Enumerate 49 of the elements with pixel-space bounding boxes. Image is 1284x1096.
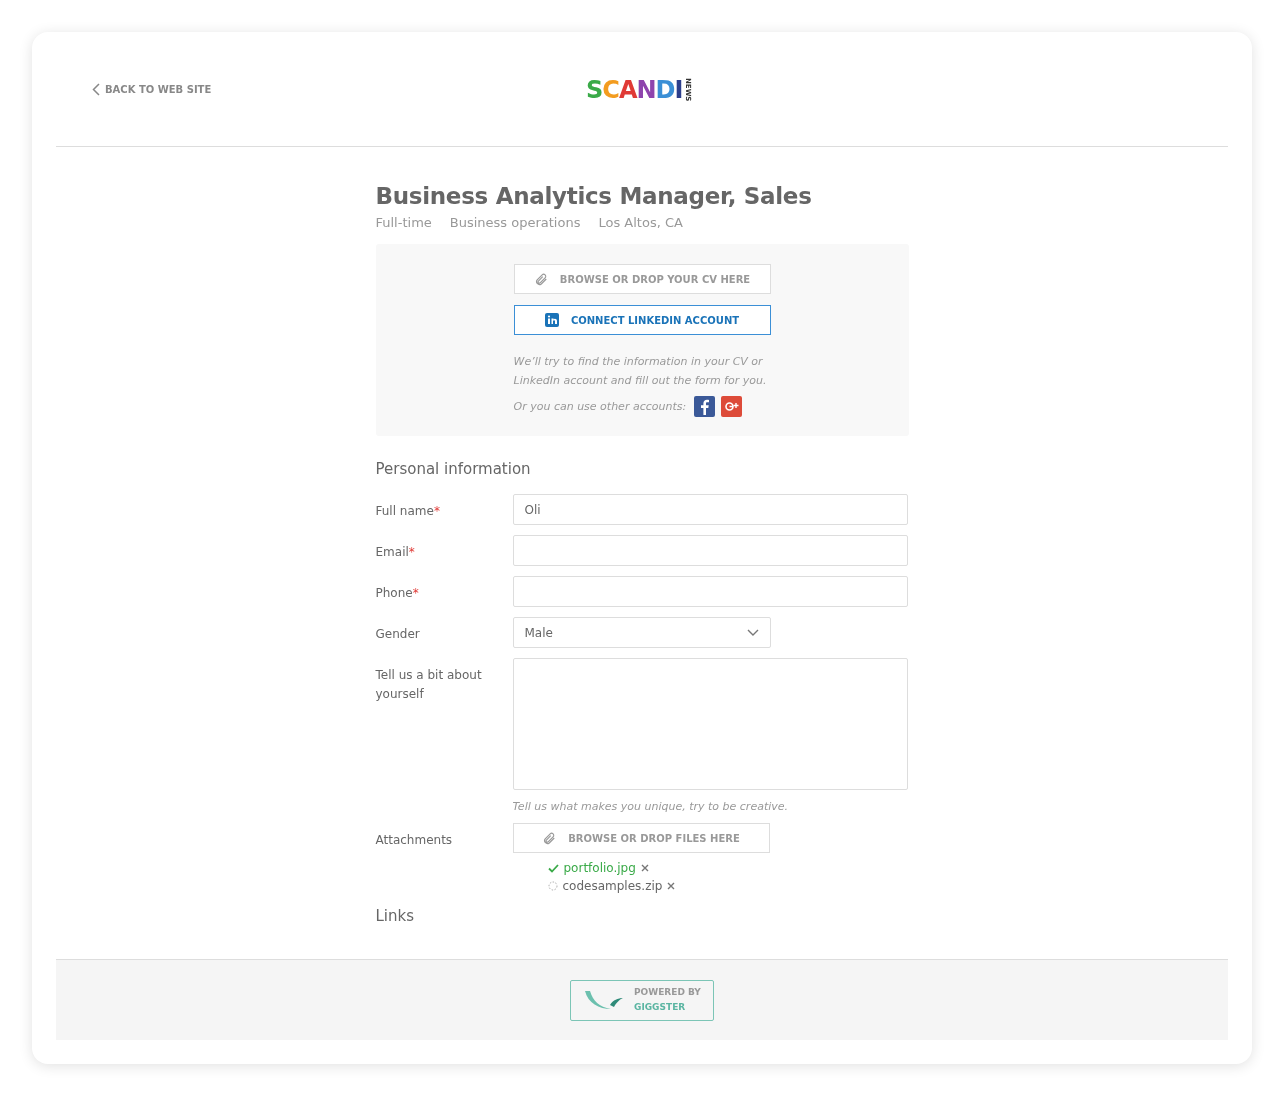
chevron-left-icon <box>92 82 100 96</box>
field-label: Tell us a bit about yourself <box>375 667 483 703</box>
letter-g-plus-icon <box>724 401 739 412</box>
paperclip-icon <box>542 831 557 845</box>
section-heading: Links <box>375 907 416 925</box>
text-field[interactable] <box>512 535 908 566</box>
logo-letter: C <box>602 76 619 104</box>
logo-letter: I <box>674 76 683 104</box>
job-meta: Full-time <box>375 215 432 230</box>
powered-by-text: POWERED BY <box>634 986 701 999</box>
field-label: Email* <box>375 544 416 561</box>
brand-name: GIGGSTER <box>634 1001 687 1014</box>
logo-letter: N <box>636 76 656 104</box>
letter-f-icon <box>700 398 710 415</box>
back-link[interactable]: BACK TO WEB SITE <box>92 82 212 96</box>
linkedin-button[interactable]: CONNECT LINKEDIN ACCOUNT <box>513 305 771 335</box>
file-name: codesamples.zip <box>562 879 663 893</box>
import-hint: We’ll try to find the information in your CV or LinkedIn account and fill out the form for you. <box>513 354 768 389</box>
logo-letter: S <box>586 76 603 104</box>
cv-upload-button[interactable]: BROWSE OR DROP YOUR CV HERE <box>513 264 771 294</box>
remove-button[interactable] <box>640 864 649 872</box>
remove-button[interactable] <box>667 882 676 890</box>
facebook-button[interactable] <box>694 396 716 417</box>
chevron-down-icon <box>746 629 759 636</box>
select-field[interactable]: Male <box>512 617 771 648</box>
logo-letter: A <box>618 76 637 104</box>
powered-by-badge[interactable]: POWERED BY GIGGSTER <box>570 979 714 1021</box>
linkedin-icon <box>544 313 559 327</box>
logo-letter: D <box>655 76 675 104</box>
job-meta: Business operations <box>449 215 581 230</box>
leaf-logo-icon <box>584 989 624 1011</box>
field-hint: Tell us what makes you unique, try to be creative. <box>512 800 790 813</box>
files-upload-button[interactable]: BROWSE OR DROP FILES HERE <box>512 823 770 853</box>
text-field[interactable] <box>512 576 908 607</box>
field-label: Attachments <box>375 832 454 849</box>
job-meta: Los Altos, CA <box>598 215 683 230</box>
field-label: Full name* <box>375 503 441 520</box>
google-plus-button[interactable] <box>721 396 743 417</box>
textarea-field[interactable] <box>512 658 908 790</box>
paperclip-icon <box>533 272 548 286</box>
field-label: Gender <box>375 626 421 643</box>
close-icon <box>640 864 649 872</box>
text-field[interactable]: Oli <box>512 494 908 525</box>
other-accounts-text: Or you can use other accounts: <box>513 400 687 413</box>
file-name: portfolio.jpg <box>563 861 636 875</box>
job-title: Business Analytics Manager, Sales <box>375 183 813 209</box>
field-label: Phone* <box>375 585 420 602</box>
section-heading: Personal information <box>375 460 532 478</box>
close-icon <box>667 882 676 890</box>
